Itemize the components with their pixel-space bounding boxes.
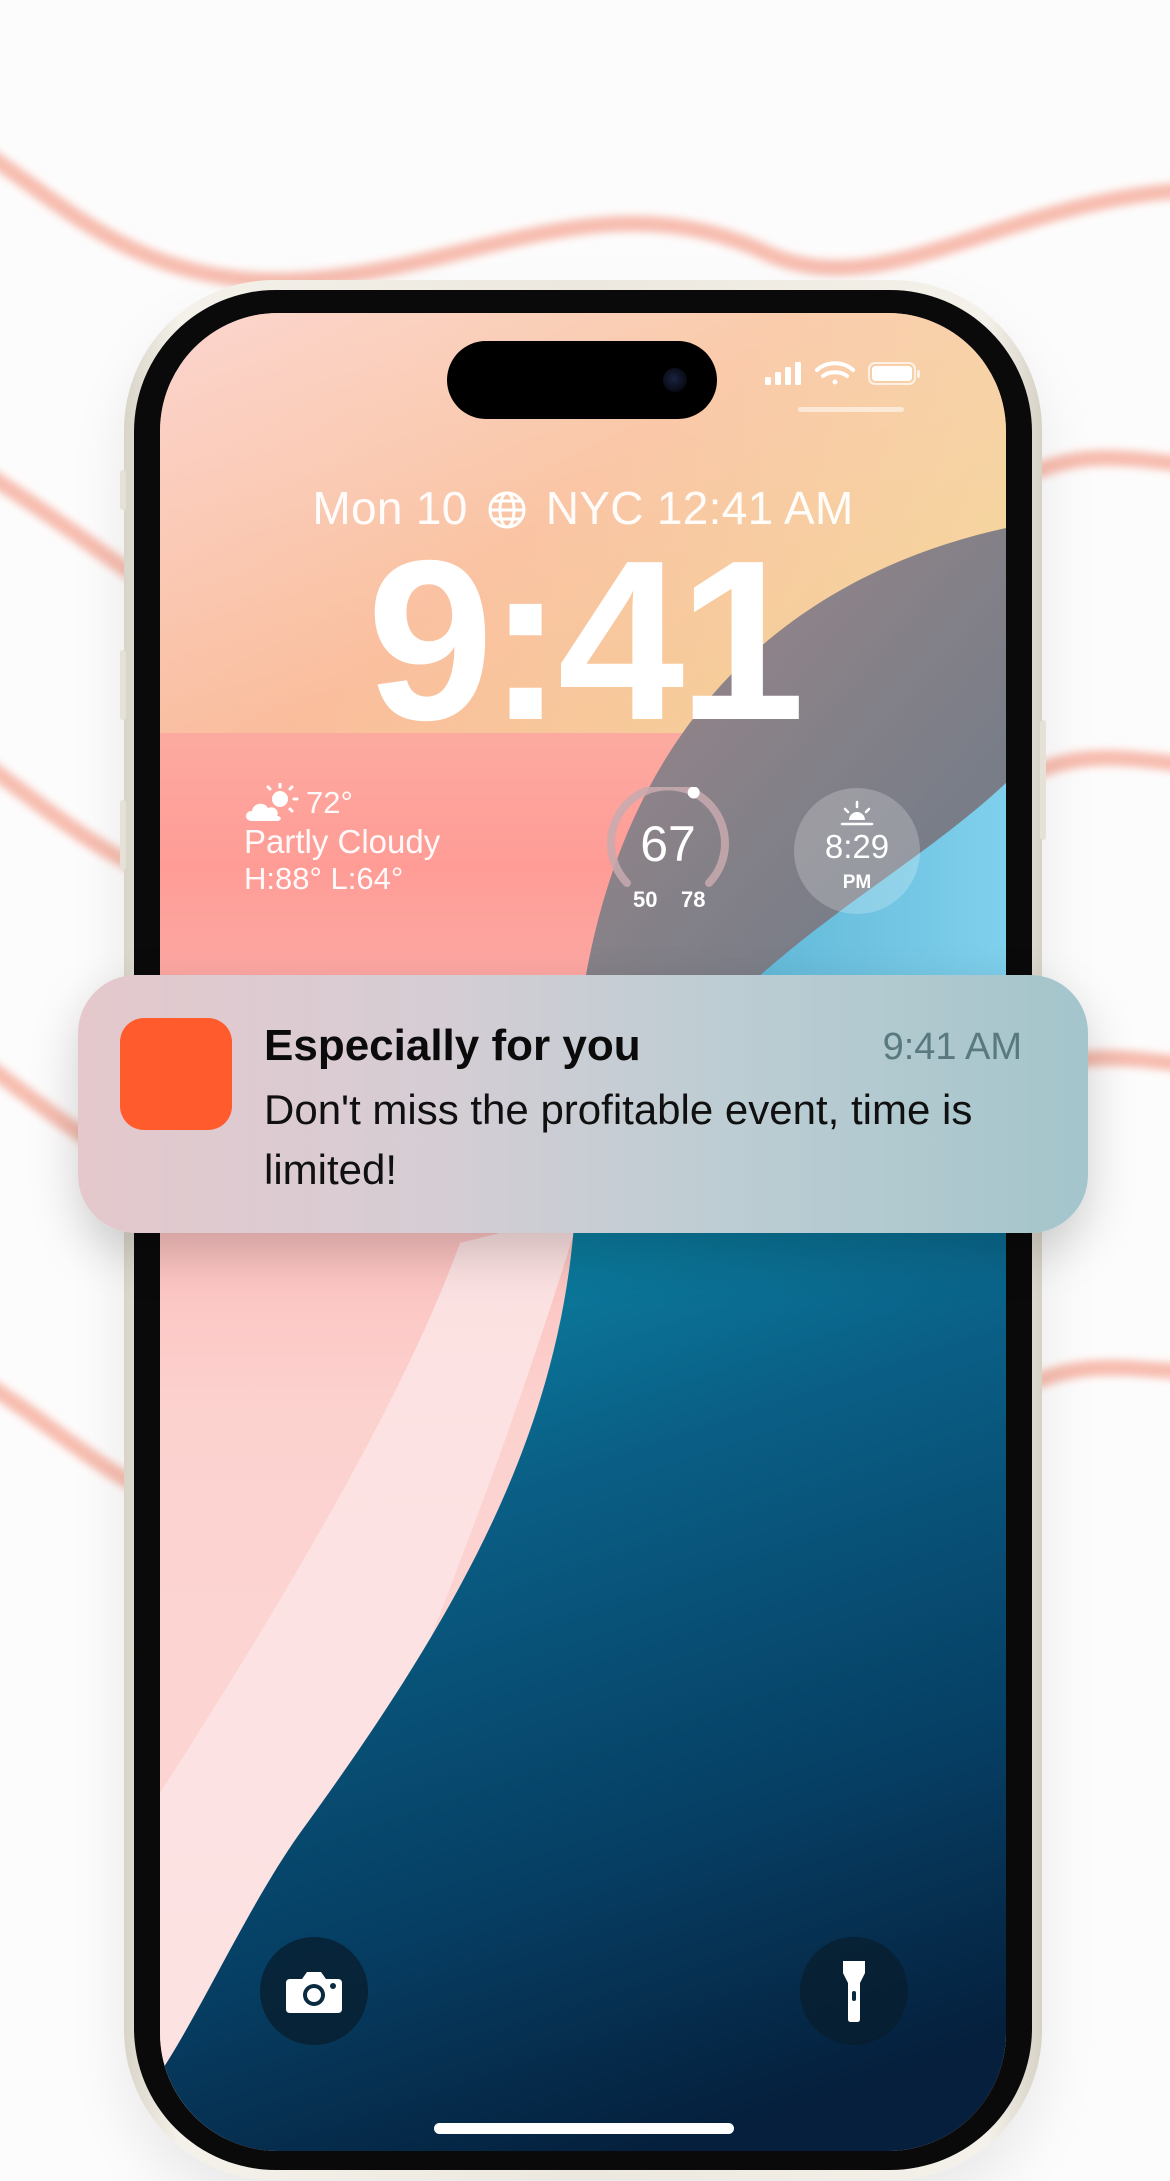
battery-icon [868, 362, 920, 385]
gauge-current-temp: 67 [640, 816, 696, 872]
volume-down-button[interactable] [120, 800, 126, 870]
gauge-indicator-dot [687, 787, 700, 799]
sunset-time: 8:29 [824, 828, 890, 865]
notification-body: Don't miss the profitable event, time is… [264, 1086, 973, 1193]
lock-screen-clock: 9:41 [366, 514, 805, 768]
power-button[interactable] [1040, 720, 1046, 840]
dynamic-island [447, 341, 717, 419]
wifi-icon [815, 361, 855, 385]
notification-title: Especially for you [264, 1021, 641, 1070]
camera-icon [286, 1972, 342, 2013]
volume-up-button[interactable] [120, 650, 126, 720]
notification-time: 9:41 AM [882, 1026, 1022, 1068]
notification-app-icon [120, 1018, 232, 1130]
camera-button[interactable] [260, 1937, 368, 2045]
temperature-gauge-widget[interactable]: 67 50 78 [605, 787, 731, 917]
gauge-high-temp: 78 [681, 887, 706, 912]
weather-widget[interactable]: 72° Partly Cloudy H:88° L:64° [244, 783, 504, 897]
front-camera [663, 368, 687, 392]
sunset-period: PM [842, 872, 872, 893]
status-bar [765, 361, 920, 385]
home-indicator[interactable] [434, 2123, 734, 2134]
control-center-hint[interactable] [798, 407, 904, 412]
notification-banner[interactable]: Especially for you 9:41 AM Don't miss th… [78, 975, 1088, 1233]
action-button[interactable] [120, 470, 126, 510]
weather-condition: Partly Cloudy [244, 823, 441, 860]
gauge-low-temp: 50 [633, 887, 658, 912]
weather-temperature: 72° [306, 785, 353, 820]
cellular-signal-icon [765, 362, 801, 385]
sunset-icon [840, 800, 874, 826]
partly-cloudy-icon [246, 783, 299, 821]
flashlight-button[interactable] [800, 1937, 908, 2045]
sunset-widget[interactable]: 8:29 PM [794, 788, 920, 914]
weather-high-low: H:88° L:64° [244, 861, 404, 896]
flashlight-icon [843, 1961, 865, 2022]
